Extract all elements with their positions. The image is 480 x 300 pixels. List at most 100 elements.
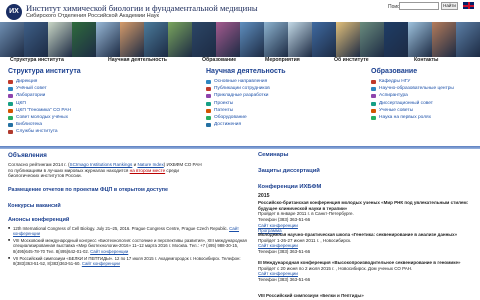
banner-tile	[336, 22, 360, 57]
structure-item[interactable]: Совет молодых учёных	[8, 114, 81, 121]
section-bullet-icon	[8, 108, 13, 113]
section-bullet-icon	[371, 115, 376, 120]
structure-item[interactable]: Службы института	[8, 129, 81, 136]
science-item[interactable]: Публикации сотрудников	[206, 86, 286, 93]
conf-item-1: Российско-британская конференция молодых…	[258, 200, 472, 234]
ihbfm-conferences-heading[interactable]: Конференции ИХБФМ	[258, 184, 321, 191]
structure-item[interactable]: Лаборатории	[8, 93, 81, 100]
site-title: Институт химической биологии и фундамент…	[26, 3, 258, 13]
science-title[interactable]: Научная деятельность	[206, 68, 286, 76]
science-column: Научная деятельность Основные направлени…	[206, 68, 286, 129]
structure-title[interactable]: Структура института	[8, 68, 81, 76]
nav-science[interactable]: Научная деятельность	[108, 57, 167, 63]
section-bullet-icon	[8, 101, 13, 106]
banner-tile	[72, 22, 96, 57]
vacancies-link[interactable]: Конкурсы вакансий	[8, 203, 61, 209]
nav-contacts[interactable]: Контакты	[414, 57, 438, 63]
conference-text: VIII Московский международный конгресс «…	[13, 238, 247, 254]
uk-flag-icon[interactable]	[463, 2, 474, 9]
education-column: Образование Кафедры НГУ Научно-образовате…	[371, 68, 454, 122]
structure-item[interactable]: ЦКП	[8, 100, 81, 107]
science-item[interactable]: Проекты	[206, 100, 286, 107]
search-button[interactable]: Найти	[441, 2, 458, 10]
nav-events[interactable]: Мероприятия	[265, 57, 300, 63]
conf-item-3: Молодежная научно-практическая школа «Ге…	[258, 232, 472, 255]
education-item[interactable]: Ученые советы	[371, 107, 454, 114]
search-input[interactable]	[399, 2, 439, 10]
science-item[interactable]: Основные направления	[206, 78, 286, 85]
conference-site-link[interactable]: Сайт конференции	[90, 249, 128, 254]
banner-tile	[192, 22, 216, 57]
science-item-label: Проекты	[214, 100, 234, 106]
announcements-heading[interactable]: Объявления	[8, 152, 47, 159]
placement-link[interactable]: Размещение отчетов по проектам ФЦП в отк…	[8, 187, 168, 193]
seminars-link[interactable]: Семинары	[258, 152, 288, 159]
science-item-label: Оборудование	[214, 115, 247, 121]
education-item[interactable]: Наука на первых ролях	[371, 114, 454, 121]
section-bullet-icon	[8, 115, 13, 120]
structure-item[interactable]: Дирекция	[8, 78, 81, 85]
banner-tile	[168, 22, 192, 57]
structure-item-label: Службы института	[16, 129, 58, 135]
science-item-label: Публикации сотрудников	[214, 86, 270, 92]
education-item[interactable]: Кафедры НГУ	[371, 78, 454, 85]
banner-tile	[384, 22, 408, 57]
science-item-label: Патенты	[214, 107, 234, 113]
nav-education[interactable]: Образование	[202, 57, 236, 63]
education-item[interactable]: Научно-образовательные центры	[371, 86, 454, 93]
science-item[interactable]: Оборудование	[206, 114, 286, 121]
structure-item-label: ЦКП	[16, 100, 26, 106]
structure-column: Структура института Дирекция Учёный совет…	[8, 68, 81, 136]
defenses-link[interactable]: Защиты диссертаций	[258, 168, 320, 175]
science-item[interactable]: Патенты	[206, 107, 286, 114]
section-bullet-icon	[206, 94, 211, 99]
nav-structure[interactable]: Структура института	[10, 57, 64, 63]
conf-announcements-heading[interactable]: Анонсы конференций	[8, 217, 69, 224]
banner-tile	[432, 22, 456, 57]
education-item-label: Научно-образовательные центры	[379, 86, 454, 92]
education-title[interactable]: Образование	[371, 68, 454, 76]
science-item-label: Прикладные разработки	[214, 93, 269, 99]
banner-tile	[312, 22, 336, 57]
structure-item[interactable]: ЦКП "Геномика" СО РАН	[8, 107, 81, 114]
banner-tile	[120, 22, 144, 57]
conference-site-link[interactable]: Сайт конференции	[82, 261, 120, 266]
scimago-link[interactable]: SCImago Institutions Rankings	[70, 162, 133, 167]
conf-item-5-title[interactable]: VIII Российский симпозиум «Белки и Пепти…	[258, 293, 472, 299]
section-bullet-icon	[206, 87, 211, 92]
conference-text: VII Российский симпозиум «БЕЛКИ И ПЕПТИД…	[13, 255, 241, 266]
banner-tile	[48, 22, 72, 57]
banner-tile	[144, 22, 168, 57]
site-subtitle: Сибирского Отделения Российской Академии…	[26, 13, 159, 19]
institute-logo[interactable]: ИХ	[6, 4, 22, 20]
banner-tile	[408, 22, 432, 57]
conf-item-3-phone: Телефон (383) 363-51-66	[258, 248, 311, 254]
conference-text: 12th International Congress of Cell Biol…	[13, 226, 228, 231]
education-item[interactable]: Диссертационный совет	[371, 100, 454, 107]
banner-tile	[0, 22, 24, 57]
rating-text-3: ) ИХБФМ СО РАН	[163, 162, 202, 167]
conf-item-3-title: Молодежная научно-практическая школа «Ге…	[258, 232, 458, 237]
section-bullet-icon	[8, 94, 13, 99]
education-item[interactable]: Аспирантура	[371, 93, 454, 100]
section-divider	[0, 146, 480, 149]
nature-index-link[interactable]: Nature Index	[137, 162, 163, 167]
section-bullet-icon	[8, 79, 13, 84]
section-bullet-icon	[371, 94, 376, 99]
structure-item[interactable]: Библиотека	[8, 122, 81, 129]
education-item-label: Аспирантура	[379, 93, 408, 99]
structure-item[interactable]: Учёный совет	[8, 86, 81, 93]
science-item[interactable]: Прикладные разработки	[206, 93, 286, 100]
section-bullet-icon	[8, 87, 13, 92]
section-bullet-icon	[206, 108, 211, 113]
education-item-label: Наука на первых ролях	[379, 115, 432, 121]
structure-item-label: Учёный совет	[16, 86, 47, 92]
section-bullet-icon	[206, 101, 211, 106]
header-banner	[0, 22, 480, 57]
science-item[interactable]: Достижения	[206, 122, 286, 129]
education-item-label: Диссертационный совет	[379, 100, 433, 106]
section-bullet-icon	[8, 123, 13, 128]
section-bullet-icon	[371, 108, 376, 113]
conference-announcement: 12th International Congress of Cell Biol…	[8, 226, 250, 237]
nav-about[interactable]: Об институте	[334, 57, 369, 63]
